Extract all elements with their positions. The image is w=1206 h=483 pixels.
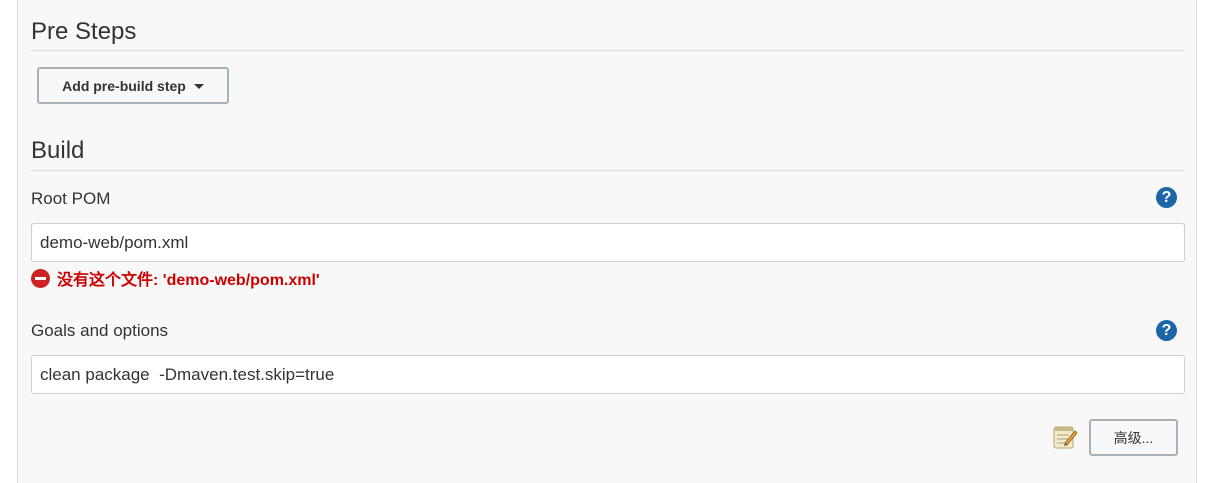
notepad-icon[interactable] <box>1052 424 1078 450</box>
build-divider <box>31 170 1184 171</box>
caret-down-icon <box>193 83 204 89</box>
error-icon <box>31 268 50 288</box>
goals-options-input[interactable] <box>31 355 1185 394</box>
goals-options-label: Goals and options <box>31 321 169 340</box>
advanced-button[interactable]: 高级... <box>1089 419 1178 456</box>
root-pom-error-text: 没有这个文件: 'demo-web/pom.xml' <box>57 272 320 289</box>
add-pre-build-step-button[interactable]: Add pre-build step <box>37 67 229 104</box>
goals-options-help-icon[interactable]: ? <box>1156 320 1177 341</box>
pre-steps-heading: Pre Steps <box>31 18 137 45</box>
pre-steps-divider <box>31 50 1184 51</box>
root-pom-label: Root POM <box>31 189 111 208</box>
root-pom-input[interactable] <box>31 223 1185 262</box>
root-pom-error: 没有这个文件: 'demo-web/pom.xml' <box>31 266 320 290</box>
root-pom-help-icon[interactable]: ? <box>1156 187 1177 208</box>
config-panel: Pre Steps Add pre-build step Build Root … <box>17 0 1197 483</box>
build-heading: Build <box>31 137 85 164</box>
advanced-button-label: 高级... <box>1113 429 1154 446</box>
add-pre-build-step-label: Add pre-build step <box>62 77 186 94</box>
